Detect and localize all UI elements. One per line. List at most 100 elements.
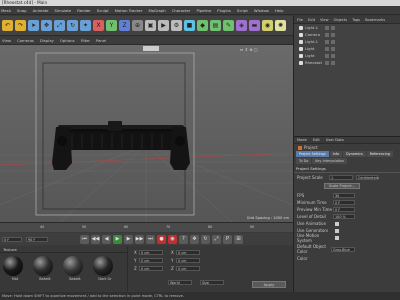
viewport-menu-options[interactable]: Options xyxy=(60,38,75,43)
current-frame-field[interactable]: 0 F xyxy=(2,236,22,242)
size-dropdown[interactable]: Size xyxy=(200,280,224,285)
attribute-menu-mode[interactable]: Mode xyxy=(297,138,307,142)
object-menu-tags[interactable]: Tags xyxy=(352,18,360,22)
visibility-toggle[interactable] xyxy=(325,53,329,58)
menu-sculpt[interactable]: Sculpt xyxy=(97,8,109,13)
cube-icon[interactable]: ■ xyxy=(184,20,195,31)
object-menu-file[interactable]: File xyxy=(297,18,303,22)
subdivision-icon[interactable]: ◆ xyxy=(197,20,208,31)
visibility-toggle[interactable] xyxy=(325,25,329,30)
go-to-end-icon[interactable]: ⏭ xyxy=(146,234,155,244)
tag-icon[interactable] xyxy=(331,60,335,65)
menu-simulate[interactable]: Simulate xyxy=(54,8,71,13)
attribute-checkbox[interactable] xyxy=(335,221,339,226)
previous-key-icon[interactable]: ◀◀ xyxy=(91,234,100,244)
coord-size-field[interactable]: 0 cm xyxy=(176,266,200,271)
recent-tools-icon[interactable]: ✦ xyxy=(80,20,91,31)
menu-pipeline[interactable]: Pipeline xyxy=(196,8,211,13)
object-row[interactable]: Light.1 xyxy=(294,38,400,45)
x-axis-icon[interactable]: X xyxy=(93,20,104,31)
scale-key-icon[interactable]: ⤢ xyxy=(212,234,221,244)
object-menu-objects[interactable]: Objects xyxy=(334,18,348,22)
viewport-menu-view[interactable]: View xyxy=(2,38,11,43)
deformer-icon[interactable]: ◈ xyxy=(236,20,247,31)
step-back-icon[interactable]: ◀ xyxy=(102,234,111,244)
play-icon[interactable]: ▶ xyxy=(113,234,122,244)
menu-plugins[interactable]: Plugins xyxy=(217,8,231,13)
redo-icon[interactable]: ↷ xyxy=(15,20,26,31)
object-menu-view[interactable]: View xyxy=(320,18,329,22)
material-item[interactable]: Mat xyxy=(3,256,27,281)
world-dropdown[interactable]: World xyxy=(168,280,192,285)
menu-animate[interactable]: Animate xyxy=(33,8,49,13)
object-row[interactable]: Light.1 xyxy=(294,24,400,31)
coord-size-field[interactable]: 0 cm xyxy=(176,258,200,263)
project-scale-unit-dropdown[interactable]: Centimeters xyxy=(356,175,379,180)
object-row[interactable]: Light xyxy=(294,52,400,59)
material-item[interactable]: Dark Gr xyxy=(93,256,117,281)
visibility-toggle[interactable] xyxy=(325,46,329,51)
coord-position-field[interactable]: 0 cm xyxy=(139,250,163,255)
attribute-checkbox[interactable] xyxy=(335,228,339,233)
move-icon[interactable]: ✥ xyxy=(41,20,52,31)
viewport-menu-filter[interactable]: Filter xyxy=(81,38,90,43)
scale-icon[interactable]: ⤢ xyxy=(54,20,65,31)
render-view-icon[interactable]: ▣ xyxy=(145,20,156,31)
coordinate-system-icon[interactable]: ⊕ xyxy=(132,20,143,31)
attribute-subtab[interactable]: To Do xyxy=(296,158,312,164)
timeline-ruler[interactable]: 40 50 60 70 80 90 xyxy=(0,222,293,232)
coord-size-field[interactable]: 0 cm xyxy=(176,250,200,255)
attribute-menu-user-data[interactable]: User Data xyxy=(326,138,344,142)
menu-render[interactable]: Render xyxy=(77,8,91,13)
object-row[interactable]: Rheostat xyxy=(294,59,400,66)
object-row[interactable]: Light xyxy=(294,45,400,52)
viewport-menu-display[interactable]: Display xyxy=(40,38,54,43)
attribute-subtab[interactable]: Key Interpolation xyxy=(312,158,348,164)
tag-icon[interactable] xyxy=(331,39,335,44)
array-icon[interactable]: ▤ xyxy=(210,20,221,31)
attribute-tab[interactable]: Referencing xyxy=(366,151,393,157)
menu-mesh[interactable]: Mesh xyxy=(1,8,11,13)
menu-script[interactable]: Script xyxy=(237,8,248,13)
next-key-icon[interactable]: ▶▶ xyxy=(135,234,144,244)
viewport-menu-cameras[interactable]: Cameras xyxy=(17,38,34,43)
z-axis-icon[interactable]: Z xyxy=(119,20,130,31)
scale-project-button[interactable]: Scale Project... xyxy=(324,183,360,189)
object-menu-edit[interactable]: Edit xyxy=(308,18,315,22)
coord-position-field[interactable]: 0 cm xyxy=(139,266,163,271)
attribute-value-field[interactable]: 100 % xyxy=(333,214,355,219)
live-select-icon[interactable]: ➤ xyxy=(28,20,39,31)
attribute-value-field[interactable]: 30 xyxy=(333,193,355,198)
position-key-icon[interactable]: ✥ xyxy=(190,234,199,244)
attribute-checkbox[interactable] xyxy=(335,235,339,240)
viewport-menu-panel[interactable]: Panel xyxy=(96,38,106,43)
record-icon[interactable]: ● xyxy=(157,234,166,244)
tag-icon[interactable] xyxy=(331,32,335,37)
param-key-icon[interactable]: P xyxy=(223,234,232,244)
menu-help[interactable]: Help xyxy=(275,8,284,13)
end-frame-field[interactable]: 90 F xyxy=(26,236,48,242)
attribute-tab[interactable]: Project Settings xyxy=(296,151,329,157)
undo-icon[interactable]: ↶ xyxy=(2,20,13,31)
tag-icon[interactable] xyxy=(331,53,335,58)
keyframe-selection-icon[interactable]: ? xyxy=(179,234,188,244)
y-axis-icon[interactable]: Y xyxy=(106,20,117,31)
menu-window[interactable]: Window xyxy=(254,8,269,13)
menu-character[interactable]: Character xyxy=(172,8,191,13)
autokey-icon[interactable]: ◉ xyxy=(168,234,177,244)
render-picture-viewer-icon[interactable]: ▶ xyxy=(158,20,169,31)
attribute-menu-edit[interactable]: Edit xyxy=(313,138,320,142)
visibility-toggle[interactable] xyxy=(325,39,329,44)
object-row[interactable]: Camera xyxy=(294,31,400,38)
menu-mograph[interactable]: MoGraph xyxy=(148,8,165,13)
tag-icon[interactable] xyxy=(331,46,335,51)
menu-motion-tracker[interactable]: Motion Tracker xyxy=(115,8,143,13)
floor-icon[interactable]: ▬ xyxy=(249,20,260,31)
spline-pen-icon[interactable]: ✎ xyxy=(223,20,234,31)
camera-icon[interactable]: ◉ xyxy=(262,20,273,31)
perspective-viewport[interactable]: ⇔ ↕ ⊕ ▢ Grid Spacing : 1000 cm xyxy=(0,45,293,222)
attribute-value-field[interactable]: 0 F xyxy=(333,207,355,212)
menu-snap[interactable]: Snap xyxy=(17,8,27,13)
attribute-value-field[interactable]: 0 F xyxy=(333,200,355,205)
light-icon[interactable]: ✺ xyxy=(275,20,286,31)
